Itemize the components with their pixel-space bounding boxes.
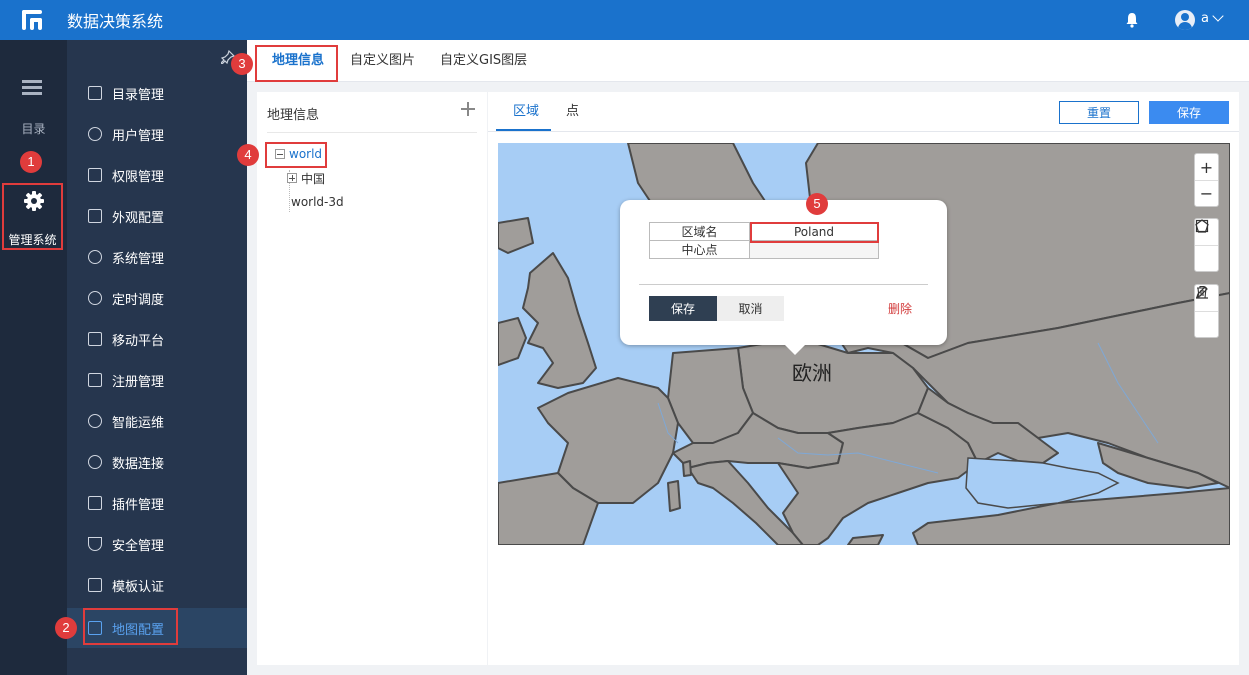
popup-pointer [784, 344, 806, 355]
user-name[interactable]: a [1201, 11, 1209, 26]
menu-item-label: 注册管理 [112, 374, 165, 390]
menu-item-template-auth[interactable]: 模板认证 [67, 565, 247, 605]
app-title: 数据决策系统 [67, 12, 164, 31]
menu-item-label: 模板认证 [112, 579, 165, 595]
menu-item-register[interactable]: 注册管理 [67, 360, 247, 400]
tabs-bar: 地理信息 自定义图片 自定义GIS图层 [247, 40, 1249, 82]
user-icon [88, 127, 102, 141]
menu-item-label: 插件管理 [112, 497, 165, 513]
tab-custom-gis[interactable]: 自定义GIS图层 [440, 40, 527, 82]
step-badge: 1 [20, 151, 42, 173]
menu-item-label: 系统管理 [112, 251, 165, 267]
menu-item-label: 目录管理 [112, 87, 165, 103]
menu-item-schedule[interactable]: 定时调度 [67, 278, 247, 318]
menu-item-label: 用户管理 [112, 128, 165, 144]
list-icon [88, 86, 102, 100]
bell-icon[interactable] [1125, 12, 1139, 28]
trash-icon[interactable] [1195, 285, 1218, 337]
user-avatar[interactable] [1175, 10, 1195, 30]
popup-save-button[interactable]: 保存 [649, 296, 717, 321]
menu-item-label: 智能运维 [112, 415, 165, 431]
tab-custom-image[interactable]: 自定义图片 [350, 40, 415, 82]
draw-control [1194, 218, 1219, 272]
step-badge: 2 [55, 617, 77, 639]
sidebar-menu: 目录管理 用户管理 权限管理 外观配置 系统管理 定时调度 移动平台 注册管理 … [67, 40, 247, 675]
divider [639, 284, 928, 285]
region-edit-popup: 区域名 Poland 中心点 保存 取消 删除 [620, 200, 947, 355]
menu-item-catalog[interactable]: 目录管理 [67, 73, 247, 113]
menu-item-label: 外观配置 [112, 210, 165, 226]
menu-item-system[interactable]: 系统管理 [67, 237, 247, 277]
step-badge: 3 [231, 53, 253, 75]
step-badge: 5 [806, 193, 828, 215]
link-icon [88, 455, 102, 469]
menu-item-label: 数据连接 [112, 456, 165, 472]
menu-item-label: 定时调度 [112, 292, 165, 308]
center-point-field[interactable] [749, 240, 879, 259]
reset-button[interactable]: 重置 [1059, 101, 1139, 124]
menu-item-ops[interactable]: 智能运维 [67, 401, 247, 441]
highlight-box [265, 142, 327, 168]
zoom-control: + − [1194, 153, 1219, 207]
tree-node-world-3d[interactable]: world-3d [291, 192, 344, 212]
tree-node-china[interactable]: 中国 [287, 168, 325, 188]
plugin-icon [88, 496, 102, 510]
template-icon [88, 578, 102, 592]
field-label: 区域名 [649, 222, 750, 241]
add-icon[interactable] [461, 102, 475, 116]
save-button[interactable]: 保存 [1149, 101, 1229, 124]
continent-label: 欧洲 [792, 361, 832, 385]
menu-item-users[interactable]: 用户管理 [67, 114, 247, 154]
highlight-box [750, 222, 879, 243]
mobile-icon [88, 332, 102, 346]
popup-delete-button[interactable]: 删除 [888, 300, 912, 317]
map-editor-panel: 区域 点 重置 保存 欧洲 + − 区域名 Poland 中心点 保存 取消 删… [488, 92, 1239, 665]
network-icon [88, 414, 102, 428]
zoom-out-icon[interactable]: − [1195, 180, 1218, 206]
app-logo-icon [22, 10, 42, 30]
gear-icon [24, 191, 44, 211]
rectangle-icon[interactable] [1195, 219, 1218, 271]
icon-rail: 目录 管理系统 [0, 40, 67, 675]
brush-icon [88, 209, 102, 223]
edit-control [1194, 284, 1219, 338]
content-area: 地理信息 自定义图片 自定义GIS图层 地理信息 world 中国 world-… [247, 40, 1249, 675]
menu-item-mobile[interactable]: 移动平台 [67, 319, 247, 359]
gear-icon [88, 250, 102, 264]
panel-title: 地理信息 [267, 108, 320, 123]
tab-point[interactable]: 点 [566, 92, 579, 132]
step-badge: 4 [237, 144, 259, 166]
register-icon [88, 373, 102, 387]
geo-tree-panel: 地理信息 world 中国 world-3d [257, 92, 487, 665]
highlight-box [83, 608, 178, 645]
menu-item-data-connection[interactable]: 数据连接 [67, 442, 247, 482]
timer-icon [88, 291, 102, 305]
divider [488, 131, 1239, 132]
menu-item-plugins[interactable]: 插件管理 [67, 483, 247, 523]
map-canvas[interactable]: 欧洲 + − 区域名 Poland 中心点 保存 取消 删除 [498, 143, 1230, 545]
menu-item-permissions[interactable]: 权限管理 [67, 155, 247, 195]
list-icon[interactable] [22, 80, 42, 96]
tree-node-label: world-3d [291, 195, 344, 209]
menu-item-appearance[interactable]: 外观配置 [67, 196, 247, 236]
shield-icon [88, 537, 102, 551]
rail-dir-label[interactable]: 目录 [0, 120, 67, 137]
zoom-in-icon[interactable]: + [1195, 154, 1218, 180]
tree-node-label: 中国 [301, 171, 326, 186]
top-bar: 数据决策系统 [0, 0, 1249, 40]
menu-item-label: 权限管理 [112, 169, 165, 185]
divider [267, 132, 477, 133]
lock-icon [88, 168, 102, 182]
menu-item-label: 移动平台 [112, 333, 165, 349]
highlight-box [255, 45, 338, 82]
popup-cancel-button[interactable]: 取消 [717, 296, 784, 321]
expand-icon[interactable] [287, 173, 297, 183]
rail-admin-label: 管理系统 [8, 233, 57, 247]
tab-region[interactable]: 区域 [513, 92, 539, 132]
rail-admin-button[interactable]: 管理系统 [2, 183, 63, 250]
menu-item-security[interactable]: 安全管理 [67, 524, 247, 564]
menu-item-label: 安全管理 [112, 538, 165, 554]
field-label: 中心点 [649, 240, 750, 259]
